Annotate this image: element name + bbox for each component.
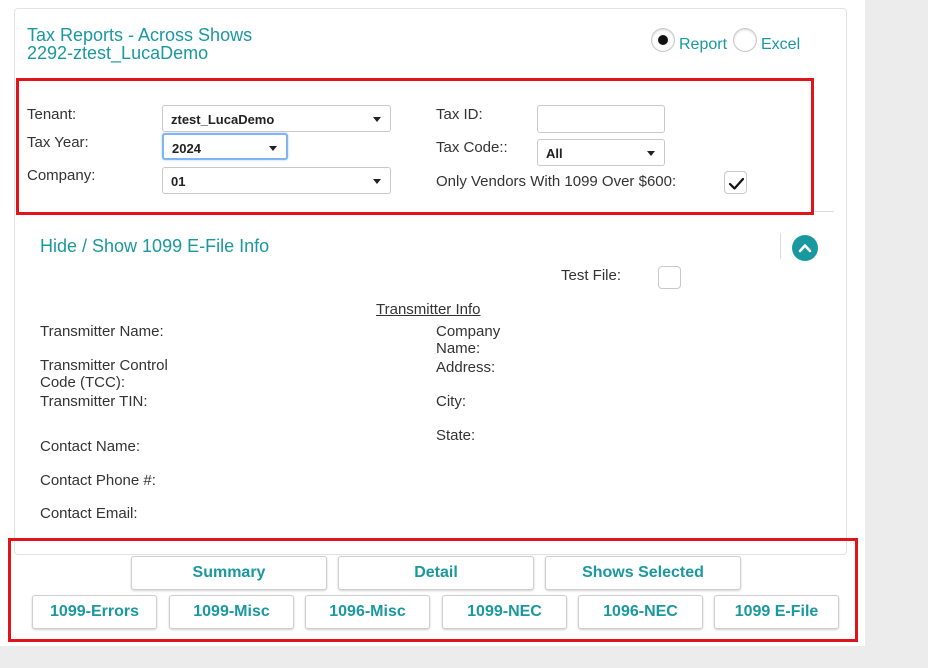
excel-radio[interactable] [733, 28, 757, 52]
tax-year-select-value: 2024 [172, 141, 201, 156]
tenant-label: Tenant: [27, 106, 77, 123]
shows-selected-button[interactable]: Shows Selected [545, 556, 741, 590]
tax-code-label: Tax Code:: [436, 139, 508, 156]
tax-id-label: Tax ID: [436, 106, 483, 123]
divider [780, 233, 781, 259]
tax-id-input[interactable] [537, 105, 665, 133]
chevron-down-icon [269, 146, 277, 151]
company-select[interactable]: 01 [162, 167, 391, 194]
1096-misc-button[interactable]: 1096-Misc [305, 595, 430, 629]
checkmark-icon [728, 177, 745, 190]
excel-radio-label[interactable]: Excel [761, 36, 800, 54]
test-file-checkbox[interactable] [658, 266, 681, 289]
transmitter-name-label: Transmitter Name: [40, 323, 164, 340]
1099-errors-button[interactable]: 1099-Errors [32, 595, 157, 629]
contact-email-label: Contact Email: [40, 505, 138, 522]
test-file-label: Test File: [561, 267, 622, 284]
tenant-select-value: ztest_LucaDemo [171, 112, 275, 127]
efile-toggle-link[interactable]: Hide / Show 1099 E-File Info [40, 237, 269, 255]
contact-phone-label: Contact Phone #: [40, 472, 156, 489]
chevron-down-icon [373, 117, 381, 122]
company-select-value: 01 [171, 174, 186, 189]
company-name-label: Company Name: [436, 323, 501, 357]
report-radio-label[interactable]: Report [679, 36, 727, 54]
1099-efile-button[interactable]: 1099 E-File [714, 595, 839, 629]
transmitter-tcc-label: Transmitter Control Code (TCC): [40, 357, 168, 391]
report-radio[interactable] [651, 28, 675, 52]
page-margin-right [865, 0, 928, 668]
divider [814, 211, 834, 212]
city-label: City: [436, 393, 466, 410]
tax-year-label: Tax Year: [27, 134, 89, 151]
transmitter-info-heading: Transmitter Info [376, 301, 481, 318]
summary-button[interactable]: Summary [131, 556, 327, 590]
contact-name-label: Contact Name: [40, 438, 141, 455]
page-subtitle: 2292-ztest_LucaDemo [27, 43, 209, 63]
tax-code-select[interactable]: All [537, 139, 665, 166]
chevron-up-icon [798, 244, 812, 253]
chevron-down-icon [373, 179, 381, 184]
page-title: Tax Reports - Across Shows [27, 25, 253, 45]
filters-highlight [16, 78, 814, 215]
transmitter-tin-label: Transmitter TIN: [40, 393, 148, 410]
vendors-1099-checkbox[interactable] [724, 171, 747, 194]
state-label: State: [436, 427, 476, 444]
page-margin-bottom [0, 646, 928, 668]
tax-year-select[interactable]: 2024 [162, 133, 288, 160]
1099-misc-button[interactable]: 1099-Misc [169, 595, 294, 629]
company-label: Company: [27, 167, 96, 184]
vendors-1099-label: Only Vendors With 1099 Over $600: [436, 173, 677, 190]
1099-nec-button[interactable]: 1099-NEC [442, 595, 567, 629]
tax-code-select-value: All [546, 146, 563, 161]
detail-button[interactable]: Detail [338, 556, 534, 590]
1096-nec-button[interactable]: 1096-NEC [578, 595, 703, 629]
address-label: Address: [436, 359, 496, 376]
chevron-down-icon [647, 151, 655, 156]
collapse-toggle-button[interactable] [792, 235, 818, 261]
tenant-select[interactable]: ztest_LucaDemo [162, 105, 391, 132]
